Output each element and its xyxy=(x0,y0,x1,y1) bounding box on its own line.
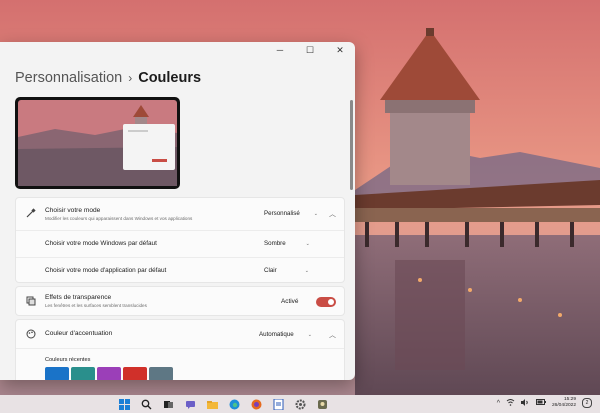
mode-dropdown-value: Personnalisé xyxy=(264,210,300,217)
maximize-button[interactable]: ☐ xyxy=(295,42,325,58)
chevron-down-icon: ⌄ xyxy=(307,331,312,338)
color-swatch[interactable] xyxy=(45,367,69,380)
clock[interactable]: 15:29 26/04/2022 xyxy=(552,397,576,409)
chevron-down-icon: ⌄ xyxy=(313,210,318,217)
task-view-icon[interactable] xyxy=(162,398,174,410)
accent-color-card: Couleur d'accentuation Automatique ⌄ ︿ Co… xyxy=(15,319,345,380)
file-explorer-icon[interactable] xyxy=(206,398,218,410)
windows-mode-dropdown[interactable]: Sombre ⌄ xyxy=(264,240,310,247)
edge-icon[interactable] xyxy=(228,398,240,410)
chevron-up-icon[interactable]: ︿ xyxy=(329,209,336,219)
transparency-state-label: Activé xyxy=(281,298,299,305)
taskbar: ^ 15:29 26/04/2022 2 xyxy=(0,395,600,413)
color-swatch[interactable] xyxy=(149,367,173,380)
choose-mode-description: Modifier les couleurs qui apparaissent d… xyxy=(45,216,193,221)
start-icon[interactable] xyxy=(118,398,130,410)
title-bar-controls: ─ ☐ ✕ xyxy=(265,42,355,58)
scrollbar-thumb[interactable] xyxy=(350,100,353,190)
divider xyxy=(16,348,344,349)
windows-mode-value: Sombre xyxy=(264,240,286,247)
chevron-down-icon: ⌄ xyxy=(305,240,310,247)
chevron-down-icon: ⌄ xyxy=(304,267,309,274)
palette-icon xyxy=(25,328,37,340)
recent-colors-list xyxy=(45,367,173,380)
app-mode-label: Choisir votre mode d'application par déf… xyxy=(45,267,167,274)
settings-window: ─ ☐ ✕ Personnalisation › Couleurs Choisir … xyxy=(0,42,355,380)
page-title: Couleurs xyxy=(138,70,202,86)
breadcrumb: Personnalisation › Couleurs xyxy=(15,70,201,86)
recent-colors-label: Couleurs récentes xyxy=(45,357,91,363)
accent-color-title: Couleur d'accentuation xyxy=(45,330,113,337)
transparency-toggle[interactable] xyxy=(316,297,336,307)
choose-mode-row[interactable]: Choisir votre mode Modifier les couleurs… xyxy=(16,198,344,230)
system-tray: ^ 15:29 26/04/2022 2 xyxy=(497,397,592,409)
accent-color-value: Automatique xyxy=(259,331,294,338)
brush-icon xyxy=(25,207,37,219)
wifi-icon[interactable] xyxy=(506,398,515,408)
color-swatch[interactable] xyxy=(71,367,95,380)
gimp-icon[interactable] xyxy=(316,398,328,410)
accent-color-row[interactable]: Couleur d'accentuation Automatique ⌄ ︿ xyxy=(16,320,344,348)
windows-mode-label: Choisir votre mode Windows par défaut xyxy=(45,240,157,247)
app-mode-dropdown[interactable]: Clair ⌄ xyxy=(264,267,309,274)
battery-icon[interactable] xyxy=(535,399,546,407)
chat-icon[interactable] xyxy=(184,398,196,410)
choose-mode-title: Choisir votre mode xyxy=(45,207,101,214)
color-swatch[interactable] xyxy=(123,367,147,380)
toggle-knob xyxy=(328,299,334,305)
taskbar-icons xyxy=(118,398,328,410)
word-document-icon[interactable] xyxy=(272,398,284,410)
windows-mode-row: Choisir votre mode Windows par défaut So… xyxy=(16,231,344,257)
theme-preview xyxy=(15,97,180,189)
transparency-card: Effets de transparence Les fenêtres et l… xyxy=(15,286,345,316)
transparency-description: Les fenêtres et les surfaces semblent tr… xyxy=(45,303,147,308)
settings-icon[interactable] xyxy=(294,398,306,410)
minimize-button[interactable]: ─ xyxy=(265,42,295,58)
app-mode-row: Choisir votre mode d'application par déf… xyxy=(16,258,344,284)
accent-color-dropdown[interactable]: Automatique ⌄ xyxy=(259,331,312,338)
search-icon[interactable] xyxy=(140,398,152,410)
app-mode-value: Clair xyxy=(264,267,277,274)
color-swatch[interactable] xyxy=(97,367,121,380)
close-button[interactable]: ✕ xyxy=(325,42,355,58)
breadcrumb-parent-link[interactable]: Personnalisation xyxy=(15,70,122,86)
chevron-up-icon[interactable]: ︿ xyxy=(329,330,336,340)
transparency-title: Effets de transparence xyxy=(45,294,112,301)
transparency-icon xyxy=(25,295,37,307)
breadcrumb-separator: › xyxy=(128,71,133,85)
clock-date: 26/04/2022 xyxy=(551,403,576,408)
firefox-icon[interactable] xyxy=(250,398,262,410)
mode-dropdown[interactable]: Personnalisé ⌄ xyxy=(264,210,318,217)
chevron-up-icon[interactable]: ^ xyxy=(497,400,500,407)
notification-badge[interactable]: 2 xyxy=(582,398,592,408)
mode-card: Choisir votre mode Modifier les couleurs… xyxy=(15,197,345,283)
volume-icon[interactable] xyxy=(520,398,530,408)
